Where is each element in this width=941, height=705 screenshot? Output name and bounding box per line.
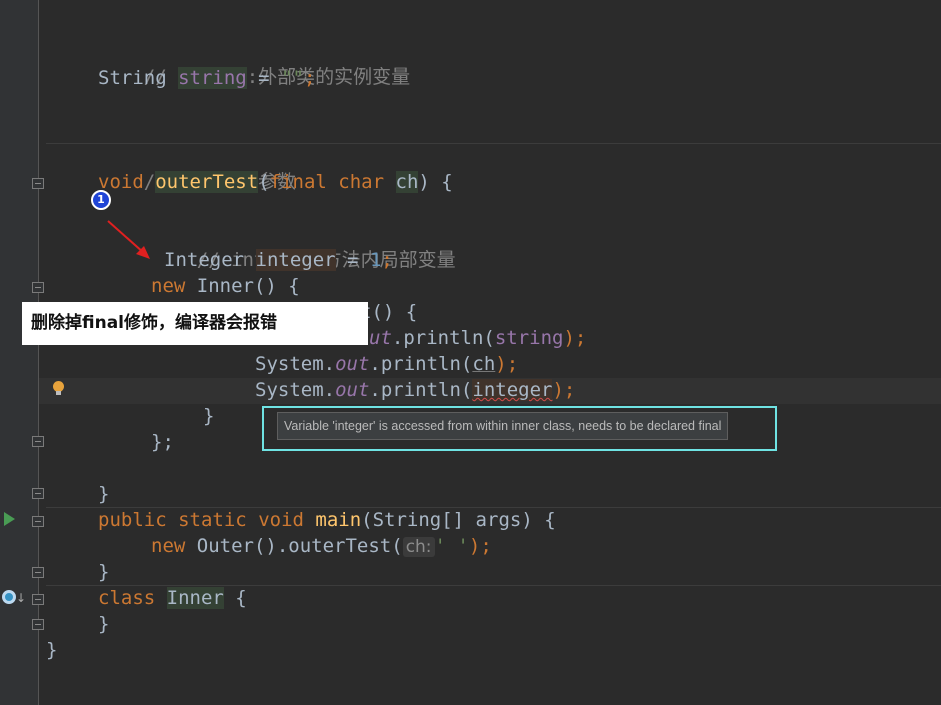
field-out: out <box>335 379 370 401</box>
brace: } <box>98 613 110 635</box>
code-line: Integer integer = 1; <box>164 247 393 273</box>
dot: . <box>323 379 336 401</box>
code-editor[interactable]: // string:外部类的实例变量 String string = ""; /… <box>0 0 941 705</box>
keyword: static <box>178 509 247 531</box>
close: ); <box>552 379 576 401</box>
field-string: string <box>178 67 247 89</box>
keyword: void <box>258 509 304 531</box>
brace: } <box>46 639 58 661</box>
code-line: String string = ""; <box>98 65 315 91</box>
class-system: System <box>255 353 324 375</box>
keyword-final: final <box>269 171 327 193</box>
field-out: out <box>335 353 370 375</box>
code-line: //ch:方法的参数 <box>98 143 296 193</box>
brace: } <box>98 561 110 583</box>
type: Integer <box>164 249 245 271</box>
keyword: new <box>151 275 186 297</box>
code-line: new Inner() { <box>151 273 300 299</box>
annotation-arrow-icon <box>107 220 150 259</box>
paren: ( <box>258 171 270 193</box>
dot: . <box>323 353 336 375</box>
brace: } <box>203 405 215 427</box>
code-line: public static void main(String[] args) { <box>98 507 556 533</box>
keyword: new <box>151 535 186 557</box>
semicolon: ; <box>381 249 393 271</box>
code-line: } <box>46 637 57 663</box>
code-line: System.out.println(ch); <box>255 351 518 377</box>
operator: = <box>335 249 370 271</box>
code-line: // string:外部类的实例变量 <box>98 38 410 88</box>
operator: = <box>246 67 282 89</box>
keyword: void <box>98 171 144 193</box>
class-name: Inner <box>166 587 224 609</box>
code-line: t() { <box>360 299 417 325</box>
close: ); <box>468 535 492 557</box>
annotation-note: 删除掉final修饰，编译器会报错 <box>22 302 368 345</box>
error-tooltip: Variable 'integer' is accessed from with… <box>277 412 729 440</box>
code-line: new Outer().outerTest(ch: ' '); <box>151 533 492 559</box>
code-line: class Inner { <box>98 585 247 611</box>
code-line: System.out.println(integer); <box>255 377 575 403</box>
keyword: public <box>98 509 167 531</box>
code-line: ut.println(string); <box>369 325 586 351</box>
code-line: } <box>203 403 214 429</box>
code-line: }; <box>151 429 174 455</box>
arg-string: string <box>494 327 564 349</box>
method-name: main <box>315 509 362 531</box>
brace: { <box>223 587 247 609</box>
call: .println( <box>369 379 473 401</box>
annotation-badge: 1 <box>91 190 111 210</box>
brace: } <box>98 483 110 505</box>
paren: ) { <box>418 171 453 193</box>
code-line: } <box>98 481 109 507</box>
call: .println( <box>369 353 473 375</box>
keyword: class <box>98 587 156 609</box>
semicolon: ; <box>303 67 316 89</box>
param-ch: ch <box>395 171 419 193</box>
close: ); <box>495 353 519 375</box>
code-line: void outerTest(final char ch) { <box>98 169 453 195</box>
code-line: } <box>98 611 109 637</box>
keyword: char <box>338 171 385 193</box>
arg-integer-error[interactable]: integer <box>472 379 553 401</box>
code-fragment: t() { <box>360 301 418 323</box>
number: 1 <box>369 249 382 271</box>
string-literal: "" <box>281 67 304 89</box>
code-line: } <box>98 559 109 585</box>
char-literal: ' ' <box>434 535 469 557</box>
params: (String[] args) { <box>361 509 556 531</box>
brace: }; <box>151 431 174 453</box>
arg-ch: ch <box>472 353 496 375</box>
call: Outer().outerTest( <box>196 535 403 557</box>
code-line: // integer:方法内局部变量 <box>151 221 456 271</box>
close: ); <box>563 327 587 349</box>
method-name: outerTest <box>155 171 259 193</box>
parameter-hint: ch: <box>402 537 435 557</box>
inner-call: Inner() { <box>196 275 300 297</box>
local-integer: integer <box>255 249 336 271</box>
type: String <box>98 67 167 89</box>
class-system: System <box>255 379 324 401</box>
field-out: ut <box>369 327 392 349</box>
call: .println( <box>391 327 495 349</box>
